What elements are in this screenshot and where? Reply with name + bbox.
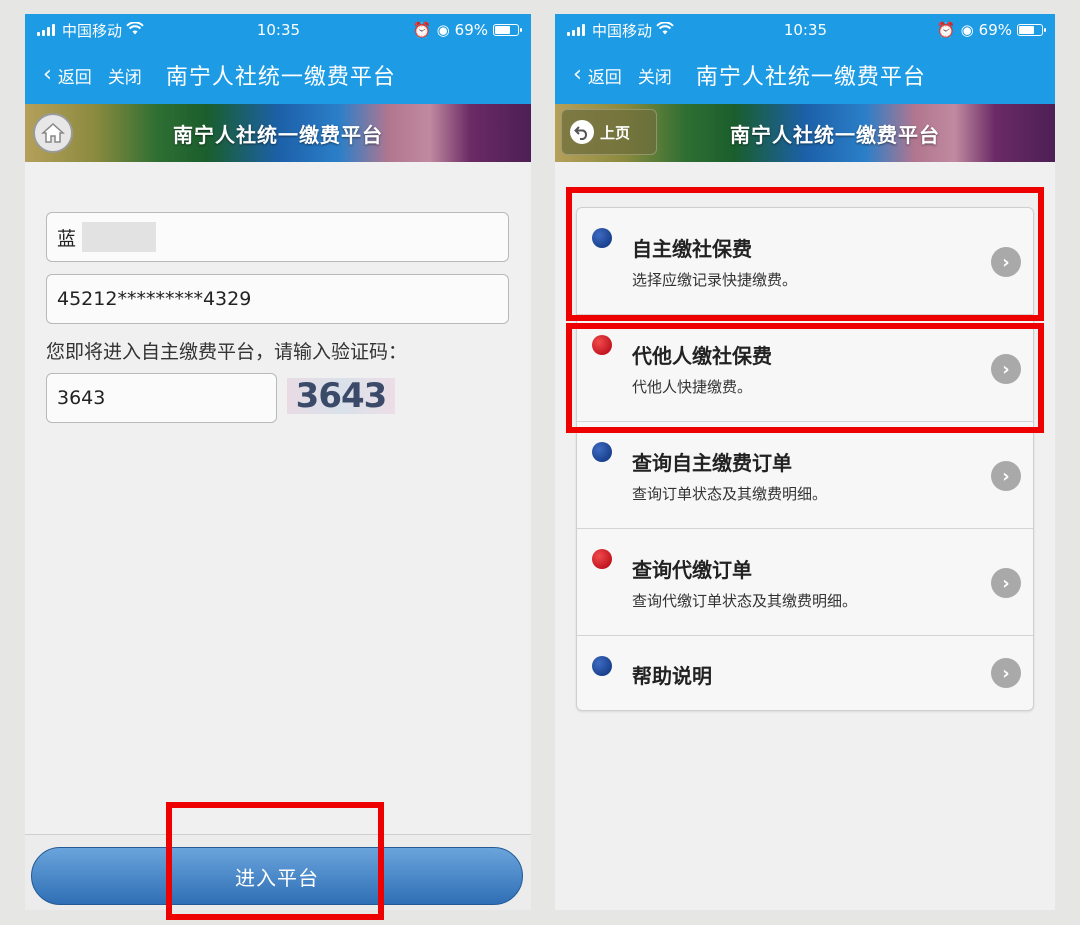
highlight-box-self-pay bbox=[566, 187, 1044, 321]
orientation-lock-icon: ◉ bbox=[436, 21, 450, 39]
clock-time: 10:35 bbox=[783, 21, 828, 39]
captcha-image[interactable]: 3643 bbox=[287, 376, 395, 416]
menu-item-help[interactable]: 帮助说明 › bbox=[577, 636, 1033, 710]
battery-icon bbox=[1017, 24, 1046, 36]
name-value: 蓝 bbox=[57, 227, 77, 250]
signal-icon bbox=[567, 24, 585, 36]
name-field[interactable]: 蓝 bbox=[46, 212, 509, 262]
battery-percent: 69% bbox=[978, 21, 1012, 39]
id-number-value: 45212*********4329 bbox=[57, 288, 252, 310]
page-title: 南宁人社统一缴费平台 bbox=[695, 65, 926, 90]
menu-item-title: 查询代缴订单 bbox=[632, 558, 752, 582]
prev-page-label: 上页 bbox=[600, 123, 631, 142]
menu-item-title: 查询自主缴费订单 bbox=[632, 451, 792, 475]
menu-item-subtitle: 查询订单状态及其缴费明细。 bbox=[632, 485, 828, 503]
login-screen: 中国移动 10:35 ⏰ ◉ 69% ‹ 返回 关闭 南宁人社统一缴费平台 南宁… bbox=[25, 14, 531, 910]
home-button[interactable] bbox=[33, 113, 73, 153]
chevron-left-icon: ‹ bbox=[573, 62, 582, 87]
nav-bar: ‹ 返回 关闭 南宁人社统一缴费平台 bbox=[25, 46, 531, 104]
banner-title: 南宁人社统一缴费平台 bbox=[173, 122, 383, 147]
header-banner: 南宁人社统一缴费平台 bbox=[25, 104, 531, 162]
clock-time: 10:35 bbox=[256, 21, 301, 39]
bullet-dot-icon bbox=[592, 549, 612, 569]
chevron-left-icon: ‹ bbox=[43, 62, 52, 87]
captcha-input-value: 3643 bbox=[57, 387, 106, 409]
orientation-lock-icon: ◉ bbox=[960, 21, 974, 39]
nav-bar: ‹ 返回 关闭 南宁人社统一缴费平台 bbox=[555, 46, 1055, 104]
menu-item-proxy-orders[interactable]: 查询代缴订单 查询代缴订单状态及其缴费明细。 › bbox=[577, 529, 1033, 636]
undo-arrow-icon bbox=[570, 120, 594, 144]
close-button[interactable]: 关闭 bbox=[108, 63, 142, 88]
menu-screen: 中国移动 10:35 ⏰ ◉ 69% ‹ 返回 关闭 南宁人社统一缴费平台 上页… bbox=[555, 14, 1055, 910]
captcha-input[interactable]: 3643 bbox=[46, 373, 277, 423]
status-bar: 中国移动 10:35 ⏰ ◉ 69% bbox=[555, 14, 1055, 46]
battery-percent: 69% bbox=[454, 21, 488, 39]
id-number-field[interactable]: 45212*********4329 bbox=[46, 274, 509, 324]
header-banner: 上页 南宁人社统一缴费平台 bbox=[555, 104, 1055, 162]
menu-item-title: 帮助说明 bbox=[632, 664, 712, 688]
back-label: 返回 bbox=[57, 67, 92, 88]
carrier-label: 中国移动 bbox=[592, 21, 653, 40]
bullet-dot-icon bbox=[592, 656, 612, 676]
status-bar: 中国移动 10:35 ⏰ ◉ 69% bbox=[25, 14, 531, 46]
signal-icon bbox=[37, 24, 55, 36]
chevron-right-icon: › bbox=[991, 461, 1021, 491]
alarm-icon: ⏰ bbox=[936, 21, 956, 39]
alarm-icon: ⏰ bbox=[412, 21, 432, 39]
wifi-icon bbox=[656, 21, 674, 39]
chevron-right-icon: › bbox=[991, 568, 1021, 598]
menu-item-subtitle: 查询代缴订单状态及其缴费明细。 bbox=[632, 592, 858, 610]
banner-title: 南宁人社统一缴费平台 bbox=[730, 122, 940, 147]
home-icon bbox=[41, 122, 65, 143]
chevron-right-icon: › bbox=[991, 658, 1021, 688]
prev-page-button[interactable]: 上页 bbox=[561, 109, 657, 155]
highlight-box-enter bbox=[166, 802, 384, 920]
bullet-dot-icon bbox=[592, 442, 612, 462]
back-button[interactable]: ‹ 返回 bbox=[573, 63, 622, 88]
highlight-box-pay-for-others bbox=[566, 323, 1044, 433]
captcha-prompt: 您即将进入自主缴费平台，请输入验证码： bbox=[46, 341, 408, 363]
menu-item-self-orders[interactable]: 查询自主缴费订单 查询订单状态及其缴费明细。 › bbox=[577, 422, 1033, 529]
close-button[interactable]: 关闭 bbox=[638, 63, 672, 88]
back-button[interactable]: ‹ 返回 bbox=[43, 63, 92, 88]
redacted-block bbox=[82, 222, 157, 252]
back-label: 返回 bbox=[587, 67, 622, 88]
wifi-icon bbox=[126, 21, 144, 39]
page-title: 南宁人社统一缴费平台 bbox=[165, 65, 396, 90]
carrier-label: 中国移动 bbox=[62, 21, 123, 40]
battery-icon bbox=[493, 24, 522, 36]
